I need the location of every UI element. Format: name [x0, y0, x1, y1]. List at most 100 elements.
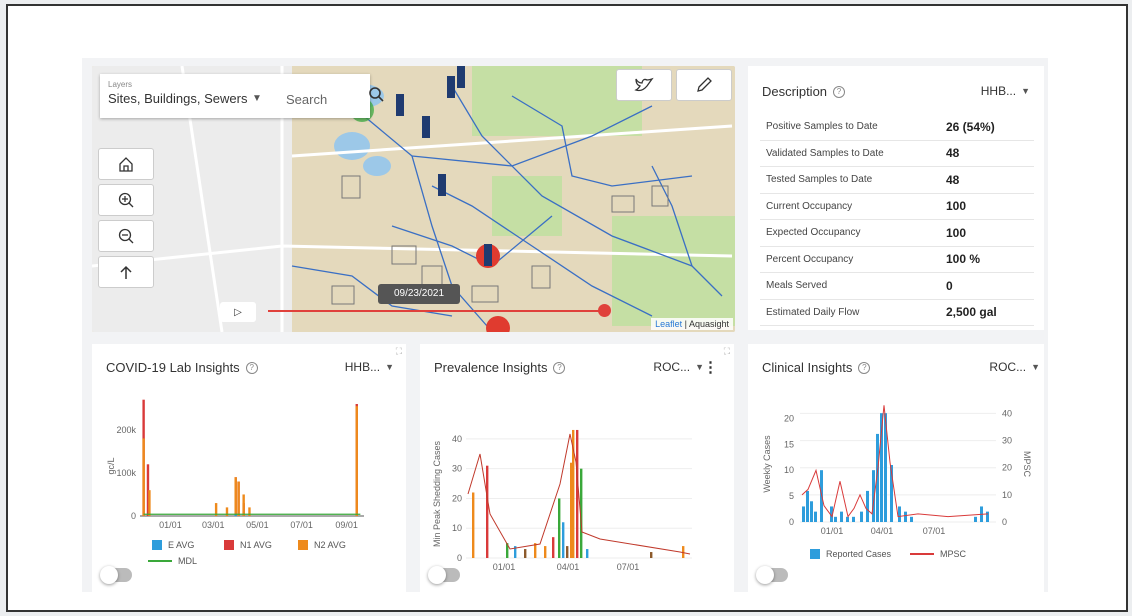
layers-caret-icon[interactable]: ▼: [252, 93, 262, 104]
y-tick-label: 30: [452, 464, 462, 474]
data-bar: [486, 465, 489, 558]
pencil-icon: [697, 77, 712, 92]
description-row: Tested Samples to Date 48: [760, 167, 1034, 194]
description-row: Estimated Daily Flow 2,500 gal: [760, 300, 1034, 326]
legend-label: Reported Cases: [826, 549, 892, 559]
y2-tick-label: 40: [1002, 408, 1012, 418]
description-row-value: 2,500 gal: [946, 305, 997, 320]
data-bar: [237, 481, 240, 516]
legend-n2-avg[interactable]: N2 AVG: [298, 540, 346, 550]
back-button[interactable]: [98, 256, 154, 288]
y-tick-label: 5: [789, 491, 794, 501]
description-row-label: Positive Samples to Date: [766, 121, 878, 133]
trend-line: [467, 433, 691, 555]
map-attribution: Leaflet | Aquasight: [651, 318, 733, 330]
leaflet-link[interactable]: Leaflet: [655, 319, 682, 329]
twitter-button[interactable]: [616, 69, 672, 101]
data-bar: [898, 506, 901, 522]
layers-label: Layers: [108, 80, 133, 89]
timeline-track[interactable]: [268, 310, 604, 312]
x-tick-label: 07/01: [290, 520, 313, 530]
data-bar: [576, 429, 579, 558]
description-row-label: Percent Occupancy: [766, 253, 854, 265]
y2-tick-label: 0: [1002, 517, 1007, 527]
legend-n1-avg[interactable]: N1 AVG: [224, 540, 272, 550]
data-bar: [552, 537, 555, 558]
y-tick-label: 20: [452, 493, 462, 503]
zoom-in-button[interactable]: [98, 184, 154, 216]
clinical-chart[interactable]: 2015105040302010001/01 04/01 07/01Weekly C…: [748, 344, 1044, 592]
y2-tick-label: 30: [1002, 436, 1012, 446]
description-row: Expected Occupancy 100: [760, 220, 1034, 247]
y2-tick-label: 20: [1002, 463, 1012, 473]
play-button[interactable]: ▷: [220, 302, 256, 322]
legend-mpsc[interactable]: MPSC: [910, 549, 966, 559]
data-bar: [566, 546, 569, 558]
map-panel[interactable]: Layers Sites, Buildings, Sewers ▼ Search…: [92, 66, 735, 332]
legend-label: E AVG: [168, 540, 195, 550]
twitter-icon: [634, 77, 654, 92]
description-row-label: Meals Served: [766, 280, 828, 292]
layers-selector[interactable]: Layers Sites, Buildings, Sewers ▼ Search: [100, 74, 384, 118]
y-tick-label: 40: [452, 434, 462, 444]
chevron-down-icon: ▼: [1021, 86, 1030, 96]
description-header: Description ?: [762, 84, 846, 99]
data-bar: [904, 511, 907, 522]
description-row-value: 48: [946, 172, 960, 187]
data-bar: [840, 511, 843, 522]
legend-mdl[interactable]: MDL: [148, 556, 197, 566]
description-row: Validated Samples to Date 48: [760, 141, 1034, 167]
lab-toggle[interactable]: [100, 566, 132, 584]
zoom-out-button[interactable]: [98, 220, 154, 252]
clinical-toggle[interactable]: [756, 566, 788, 584]
mpsc-line: [801, 405, 989, 518]
data-bar: [562, 522, 565, 558]
y-tick-label: 15: [784, 439, 794, 449]
description-table: Positive Samples to Date 26 (54%) Validate…: [760, 114, 1034, 326]
description-row-value: 0: [946, 278, 953, 293]
y-tick-label: 0: [789, 517, 794, 527]
search-icon[interactable]: [368, 86, 384, 107]
home-icon: [119, 157, 133, 172]
legend-reported-cases[interactable]: Reported Cases: [810, 549, 891, 559]
y-tick-label: 0: [131, 511, 136, 521]
y-axis-label: Weekly Cases: [762, 435, 772, 493]
legend-swatch: [224, 540, 234, 550]
data-bar: [242, 494, 245, 516]
description-row: Current Occupancy 100: [760, 194, 1034, 220]
clinical-insights-panel: Clinical Insights ? ROC... ▼ 20 15 10 5 0 40 30…: [748, 344, 1044, 592]
home-button[interactable]: [98, 148, 154, 180]
data-bar: [355, 406, 358, 516]
data-bar: [986, 511, 989, 522]
legend-swatch: [810, 549, 820, 559]
prevalence-toggle[interactable]: [428, 566, 460, 584]
x-tick-label: 05/01: [246, 520, 269, 530]
description-row-label: Current Occupancy: [766, 200, 853, 212]
data-bar: [586, 549, 589, 558]
help-icon[interactable]: ?: [833, 85, 846, 98]
data-bar: [524, 549, 527, 558]
legend-swatch: [298, 540, 308, 550]
lab-insights-panel: COVID-19 Lab Insights ? HHB... ▼ ⛶ 200k 10…: [92, 344, 406, 592]
prevalence-chart[interactable]: 40 30 20 10 0 01/01 04/01 07/01 Min Peak Sheddin…: [420, 344, 734, 592]
lab-chart[interactable]: 200k 100k 0 01/01 03/01 05/01 07/01 09/01 gc/L: [92, 344, 406, 592]
map-search-input[interactable]: Search: [286, 92, 327, 107]
data-bar: [910, 516, 913, 522]
x-tick-label: 03/01: [202, 520, 225, 530]
legend-e-avg[interactable]: E AVG: [152, 540, 194, 550]
description-row-value: 100: [946, 199, 967, 214]
edit-button[interactable]: [676, 69, 732, 101]
data-bar: [806, 490, 809, 522]
legend-label: N2 AVG: [314, 540, 346, 550]
y-tick-label: 20: [784, 413, 794, 423]
description-row-value: 48: [946, 146, 960, 161]
timeline-date-tooltip: 09/23/2021: [378, 284, 460, 304]
data-bar: [860, 511, 863, 522]
legend-label: MDL: [178, 556, 198, 566]
legend-line: [148, 560, 172, 562]
description-site-dropdown[interactable]: HHB... ▼: [981, 84, 1030, 98]
data-bar: [802, 506, 805, 522]
y-tick-label: 200k: [116, 425, 136, 435]
y-tick-label: 10: [784, 465, 794, 475]
timeline-handle[interactable]: [598, 304, 611, 317]
